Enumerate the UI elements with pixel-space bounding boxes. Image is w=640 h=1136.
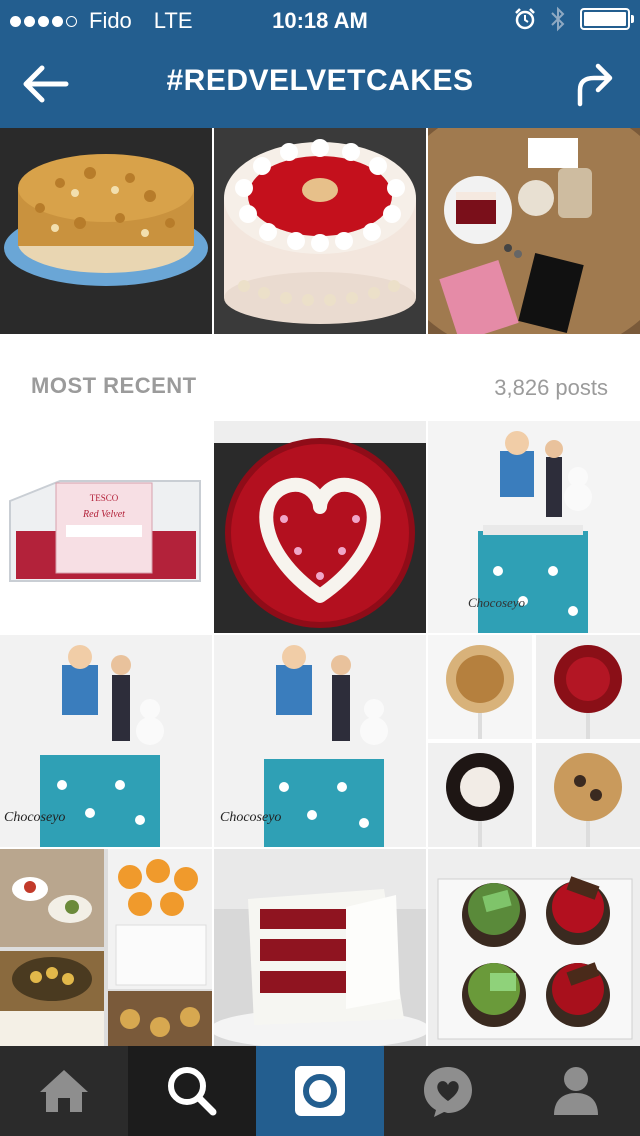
camera-icon <box>295 1066 345 1116</box>
recent-post-6[interactable] <box>428 635 640 847</box>
tab-home[interactable] <box>0 1046 128 1136</box>
top-post-3[interactable] <box>428 128 640 334</box>
section-header: MOST RECENT 3,826 posts <box>0 335 640 421</box>
recent-post-8[interactable] <box>214 849 426 1046</box>
svg-text:Chocoseyo: Chocoseyo <box>4 810 65 825</box>
recent-post-5[interactable]: Chocoseyo <box>214 635 426 847</box>
recent-post-3[interactable]: Chocoseyo <box>428 421 640 633</box>
recent-post-4[interactable]: Chocoseyo <box>0 635 212 847</box>
search-icon <box>168 1067 217 1116</box>
tab-bar <box>0 1046 640 1136</box>
page-title: #REDVELVETCAKES <box>166 64 474 97</box>
tab-camera[interactable] <box>256 1046 384 1136</box>
svg-text:Red Velvet: Red Velvet <box>82 509 125 520</box>
svg-text:Chocoseyo: Chocoseyo <box>468 595 526 610</box>
svg-text:Chocoseyo: Chocoseyo <box>220 810 281 825</box>
share-arrow-icon[interactable] <box>574 60 614 108</box>
section-title: MOST RECENT <box>31 373 197 398</box>
recent-post-9[interactable] <box>428 849 640 1046</box>
top-post-1[interactable] <box>0 128 212 334</box>
top-post-2[interactable] <box>214 128 426 334</box>
battery-icon <box>580 8 634 30</box>
recent-post-1[interactable]: TESCO Red Velvet <box>0 421 212 633</box>
svg-text:TESCO: TESCO <box>90 493 119 503</box>
activity-heart-icon <box>424 1067 472 1117</box>
recent-post-7[interactable] <box>0 849 212 1046</box>
header: Fido LTE 10:18 AM #REDVELVETCAKES <box>0 0 640 128</box>
bluetooth-icon <box>551 6 565 32</box>
post-count: 3,826 posts <box>494 375 608 400</box>
home-icon <box>40 1070 88 1112</box>
tab-profile[interactable] <box>512 1046 640 1136</box>
tab-search[interactable] <box>128 1046 256 1136</box>
alarm-icon <box>515 8 535 30</box>
tab-activity[interactable] <box>384 1046 512 1136</box>
status-bar: Fido LTE 10:18 AM <box>0 0 640 40</box>
recent-post-2[interactable] <box>214 421 426 633</box>
profile-icon <box>554 1067 598 1115</box>
